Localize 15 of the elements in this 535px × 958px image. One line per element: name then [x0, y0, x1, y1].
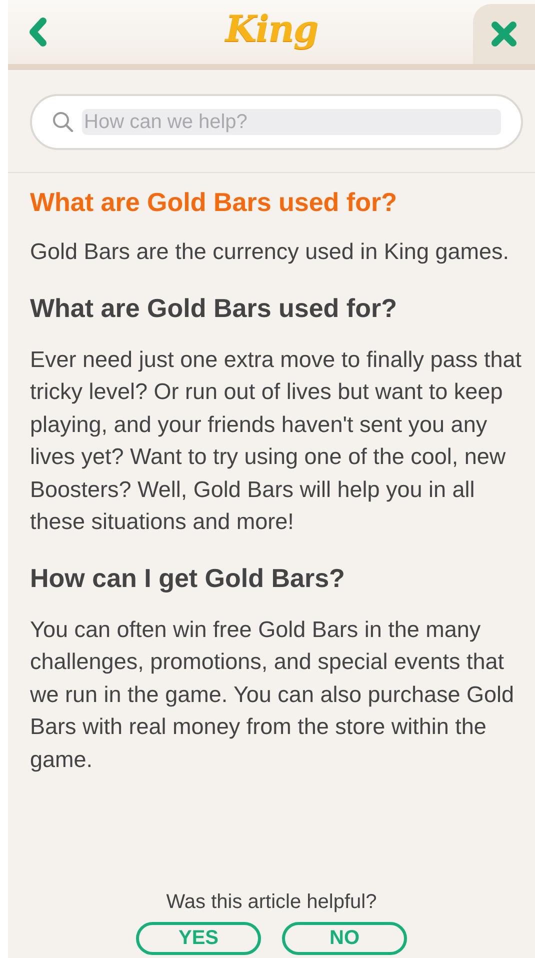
search-icon [52, 111, 74, 133]
paragraph: Ever need just one extra move to finally pass that tricky level? Or run out of lives but want to keep playing, and your friends haven't sent you any lives yet? Want to try using one of the cool, new Boosters? Well, Gold Bars will help you in all these situations and more! [30, 346, 523, 536]
logo: King [225, 8, 318, 50]
paragraph: Gold Bars are the currency used in King games. [30, 238, 510, 266]
back-icon [28, 17, 48, 47]
close-button[interactable] [473, 4, 535, 64]
answer-button[interactable]: NO [282, 922, 407, 955]
section-heading: How can I get Gold Bars? [30, 562, 346, 594]
answer-button[interactable]: YES [136, 922, 261, 955]
section-heading: What are Gold Bars used for? [30, 292, 398, 324]
search-field[interactable]: How can we help? [30, 94, 523, 150]
paragraph: You can often win free Gold Bars in the many challenges, promotions, and special events that we run in the game. You can also purchase Gold Bars with real money from the store within the game. [30, 616, 516, 774]
close-icon [490, 20, 518, 48]
feedback-question: Was this article helpful? [166, 891, 377, 914]
article-title: What are Gold Bars used for? [30, 187, 398, 218]
